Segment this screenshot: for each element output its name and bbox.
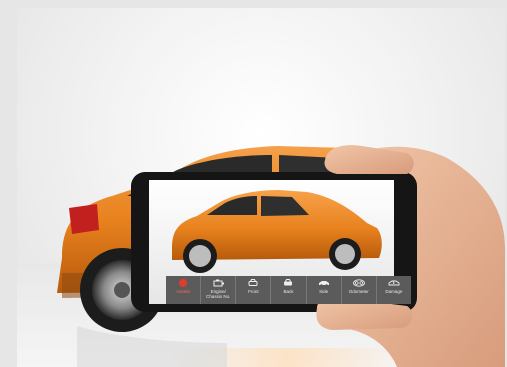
image-frame: Assets Engine/ Chassis No. Front Back Si… bbox=[0, 0, 507, 367]
assets-button[interactable]: Assets bbox=[166, 276, 202, 304]
photo: Assets Engine/ Chassis No. Front Back Si… bbox=[17, 8, 505, 367]
back-label: Back bbox=[283, 289, 294, 294]
engine-icon bbox=[212, 279, 224, 287]
damage-label: Damage bbox=[385, 289, 403, 294]
side-label: Side bbox=[319, 289, 329, 294]
stop-icon bbox=[177, 279, 189, 287]
damage-button[interactable]: Damage bbox=[377, 276, 411, 304]
car-side-icon bbox=[318, 279, 330, 287]
assets-label: Assets bbox=[176, 289, 190, 294]
side-button[interactable]: Side bbox=[307, 276, 342, 304]
front-button[interactable]: Front bbox=[236, 276, 272, 304]
back-button[interactable]: Back bbox=[271, 276, 307, 304]
car-back-icon bbox=[282, 279, 294, 287]
hand-holding-phone bbox=[131, 145, 505, 367]
front-label: Front bbox=[248, 289, 259, 294]
odometer-label: Odometer bbox=[348, 289, 369, 294]
odometer-button[interactable]: Odometer bbox=[342, 276, 377, 304]
engine-chassis-label: Engine/ Chassis No. bbox=[206, 289, 231, 299]
engine-chassis-button[interactable]: Engine/ Chassis No. bbox=[201, 276, 237, 304]
phone-app-toolbar: Assets Engine/ Chassis No. Front Back Si… bbox=[166, 276, 411, 304]
odometer-icon bbox=[352, 279, 365, 287]
damaged-car-icon bbox=[388, 279, 400, 287]
car-front-icon bbox=[247, 279, 259, 287]
